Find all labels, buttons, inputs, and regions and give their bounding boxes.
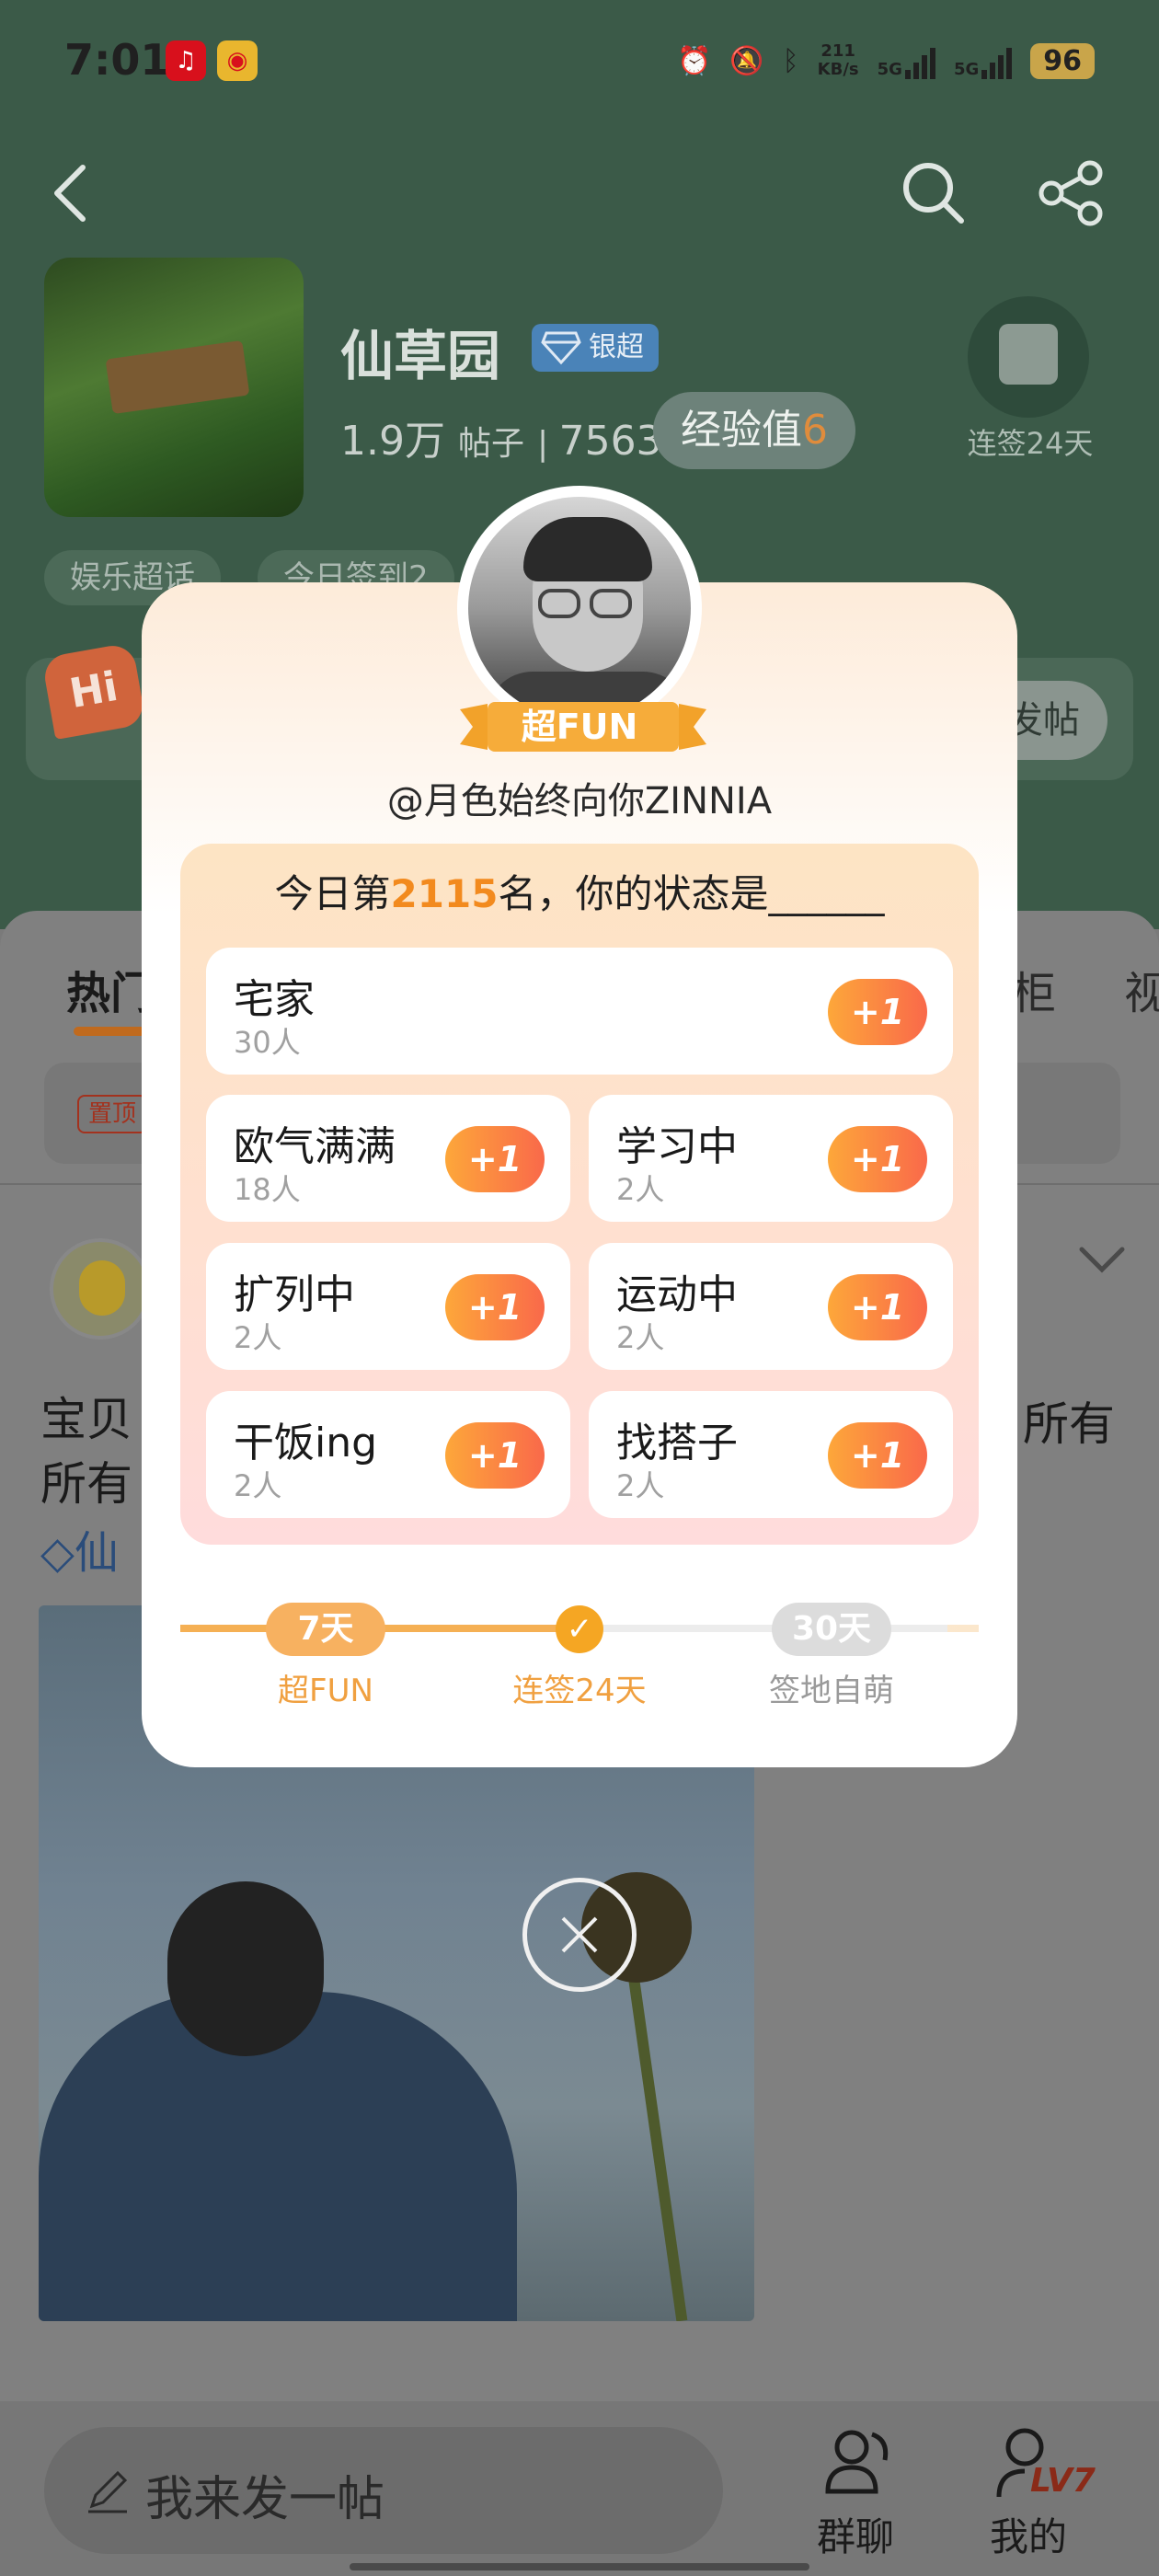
- network-speed: 211 KB/s: [817, 41, 859, 79]
- milestone-7-days: 7天: [266, 1603, 385, 1656]
- status-option-name: 欧气满满: [234, 1123, 396, 1170]
- group-chat-icon[interactable]: [815, 2420, 907, 2512]
- user-avatar: [468, 497, 691, 719]
- alarm-icon: ⏰: [676, 44, 712, 77]
- plus-one-button[interactable]: +1: [445, 1126, 545, 1192]
- plus-one-button[interactable]: +1: [445, 1274, 545, 1340]
- status-option-count: 2人: [616, 1320, 665, 1355]
- close-dialog-button[interactable]: [522, 1878, 637, 1992]
- status-option-count: 2人: [616, 1468, 665, 1503]
- rank-number: 2115: [390, 871, 499, 916]
- status-indicators: ⏰ 🔕 ᛒ 211 KB/s 5G 5G 96: [677, 37, 1095, 85]
- search-button[interactable]: [897, 156, 970, 230]
- plus-one-button[interactable]: +1: [445, 1422, 545, 1489]
- mine-label[interactable]: 我的: [990, 2506, 1067, 2562]
- group-chat-label[interactable]: 群聊: [817, 2506, 894, 2562]
- status-option[interactable]: 学习中 2人 +1: [589, 1095, 953, 1222]
- status-option[interactable]: 宅家 30人 +1: [206, 948, 953, 1075]
- dialog-username: @月色始终向你ZINNIA: [386, 780, 773, 822]
- streak-progress-remaining: [580, 1625, 947, 1632]
- status-option-name: 学习中: [616, 1123, 738, 1170]
- share-icon: [1039, 160, 1103, 226]
- experience-toast: 经验值6: [653, 392, 855, 469]
- active-tab-indicator: [74, 1027, 145, 1036]
- status-option-name: 宅家: [234, 976, 315, 1023]
- hi-bubble-icon: Hi: [40, 642, 147, 740]
- weibo-icon: ◉: [217, 40, 258, 81]
- status-option-name: 扩列中: [234, 1271, 355, 1318]
- tab-video[interactable]: 视: [1124, 957, 1159, 1021]
- status-option[interactable]: 找搭子 2人 +1: [589, 1391, 953, 1518]
- post-text-continued: 所有: [1023, 1397, 1115, 1451]
- back-button[interactable]: [37, 156, 110, 230]
- plus-one-button[interactable]: +1: [828, 1422, 927, 1489]
- status-bar: 7:01 ♫ ◉ ⏰ 🔕 ᛒ 211 KB/s 5G 5G 96: [0, 0, 1159, 120]
- checkmark-icon: ✓: [556, 1605, 603, 1653]
- calendar-check-icon: [999, 324, 1058, 385]
- post-topic-link[interactable]: ◇仙: [40, 1516, 119, 1581]
- home-indicator[interactable]: [350, 2563, 809, 2570]
- forum-level-badge[interactable]: 银超: [532, 324, 659, 372]
- rank-ribbon-label: 超FUN: [521, 707, 638, 747]
- netease-music-icon: ♫: [166, 40, 206, 81]
- diamond-icon: ◇: [40, 1527, 75, 1579]
- top-navigation: [0, 147, 1159, 239]
- share-button[interactable]: [1035, 156, 1108, 230]
- status-question: 今日第2115名，你的状态是______: [274, 871, 885, 916]
- status-option-name: 找搭子: [616, 1420, 738, 1466]
- milestone-label-current: 连签24天: [512, 1673, 647, 1709]
- signal-1-icon: 5G: [878, 42, 935, 79]
- chevron-down-icon: [1079, 1247, 1125, 1273]
- cover-wooden-sign: [105, 339, 250, 415]
- status-time: 7:01: [64, 35, 170, 85]
- status-option-count: 2人: [616, 1172, 665, 1207]
- status-option-name: 运动中: [616, 1271, 738, 1318]
- status-option-count: 2人: [234, 1320, 282, 1355]
- milestone-label: 超FUN: [278, 1673, 373, 1709]
- status-option-count: 18人: [234, 1172, 301, 1207]
- checkin-button[interactable]: [968, 296, 1089, 418]
- post-author-avatar[interactable]: [50, 1238, 151, 1340]
- pencil-icon: [88, 2470, 128, 2513]
- checkin-label: 连签24天: [967, 426, 1094, 461]
- signal-2-icon: 5G: [954, 42, 1013, 79]
- compose-placeholder: 我来发一帖: [145, 2472, 385, 2527]
- plus-one-button[interactable]: +1: [828, 1274, 927, 1340]
- status-option[interactable]: 干饭ing 2人 +1: [206, 1391, 570, 1518]
- tab-cabinet[interactable]: 柜: [1012, 957, 1056, 1021]
- user-level-badge: LV7: [1030, 2462, 1096, 2500]
- forum-stats: 1.9万 帖子 | 7563: [340, 418, 662, 465]
- search-icon: [903, 163, 964, 224]
- status-option[interactable]: 扩列中 2人 +1: [206, 1243, 570, 1370]
- pinned-tag: 置顶: [77, 1095, 148, 1133]
- status-option-count: 30人: [234, 1025, 301, 1060]
- mute-icon: 🔕: [729, 44, 764, 77]
- chevron-left-icon: [54, 165, 86, 222]
- battery-icon: 96: [1030, 42, 1095, 79]
- milestone-30-days: 30天: [772, 1603, 891, 1656]
- post-menu-button[interactable]: [1074, 1231, 1130, 1286]
- bluetooth-icon: ᛒ: [782, 44, 799, 77]
- forum-title: 仙草园: [340, 325, 501, 387]
- status-option-name: 干饭ing: [234, 1420, 378, 1466]
- plus-one-button[interactable]: +1: [828, 979, 927, 1045]
- status-option-count: 2人: [234, 1468, 282, 1503]
- diamond-icon: [541, 331, 581, 365]
- bee-avatar-icon: [79, 1260, 125, 1316]
- close-icon: [561, 1916, 598, 1953]
- image-person-head: [167, 1881, 324, 2056]
- plus-one-button[interactable]: +1: [828, 1126, 927, 1192]
- milestone-label: 签地自萌: [769, 1673, 894, 1709]
- forum-cover-image[interactable]: [44, 258, 304, 517]
- post-text: 宝贝 所有: [40, 1393, 132, 1511]
- status-option[interactable]: 欧气满满 18人 +1: [206, 1095, 570, 1222]
- status-option[interactable]: 运动中 2人 +1: [589, 1243, 953, 1370]
